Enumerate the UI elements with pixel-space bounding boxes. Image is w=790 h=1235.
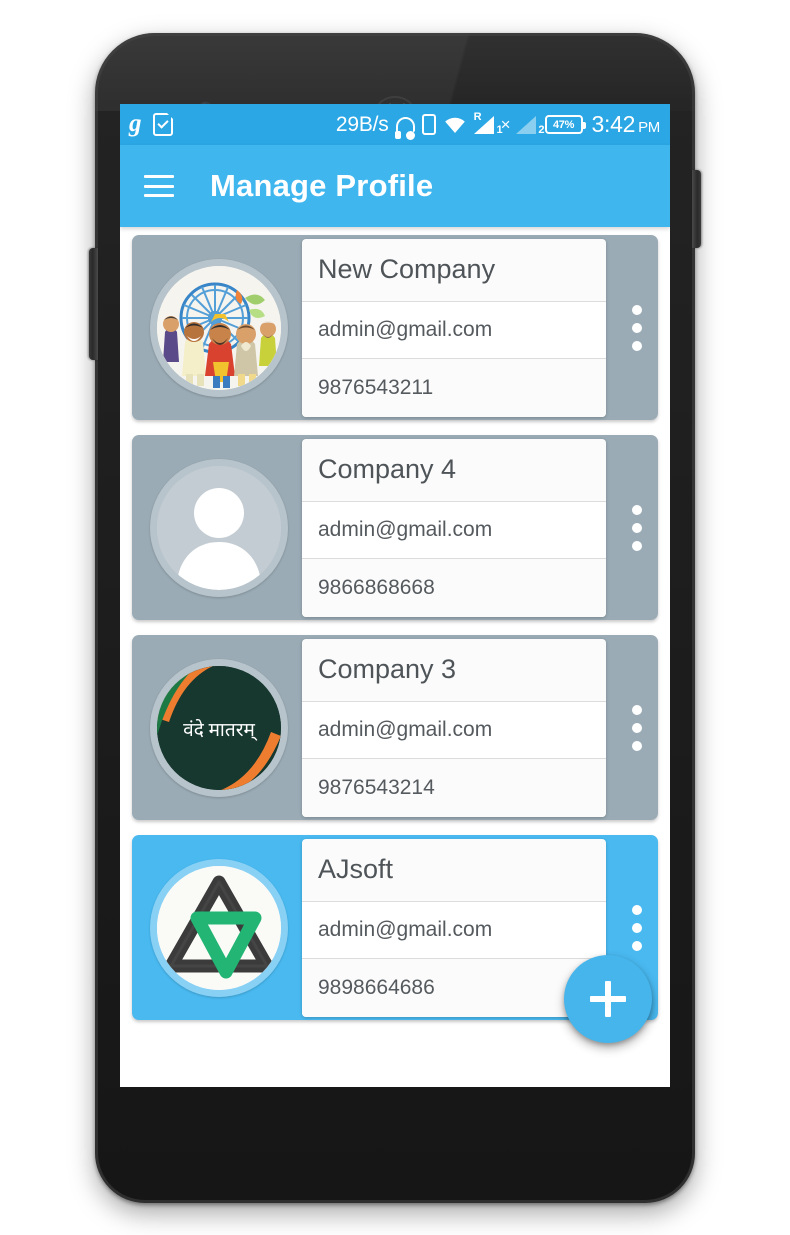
profile-email[interactable]: admin@gmail.com [302,300,606,359]
avatar-ring [150,258,288,397]
volume-button[interactable] [89,248,98,360]
profile-card[interactable]: वंदे मातरम् Company 3 admin@gmail.com 98… [132,635,658,820]
default-person-placeholder-icon [157,465,281,590]
avatar-ring [150,458,288,597]
add-profile-fab[interactable] [564,955,652,1043]
profile-phone[interactable]: 9898664686 [302,958,606,1017]
vande-mataram-flag-logo-icon: वंदे मातरम् [157,665,281,790]
profile-list[interactable]: New Company admin@gmail.com 9876543211 C… [120,227,670,1087]
avatar[interactable] [157,865,281,990]
power-button[interactable] [692,170,701,248]
profile-name[interactable]: Company 3 [302,639,606,701]
avatar-ring: वंदे मातरम् [150,658,288,797]
kebab-menu-icon[interactable] [632,304,642,351]
profile-email[interactable]: admin@gmail.com [302,900,606,959]
wifi-icon [443,116,467,134]
plus-icon [590,981,626,1017]
status-bar-left-icons: g [129,110,173,137]
profile-name[interactable]: Company 4 [302,439,606,501]
sim1-roaming-label: R [473,111,482,123]
headset-icon [395,117,416,140]
profile-phone[interactable]: 9866868668 [302,558,606,617]
profile-fields: Company 3 admin@gmail.com 9876543214 [302,638,606,817]
ajsoft-triangle-logo-icon [157,865,281,990]
profile-fields: New Company admin@gmail.com 9876543211 [302,238,606,417]
kebab-menu-icon[interactable] [632,504,642,551]
profile-phone[interactable]: 9876543214 [302,758,606,817]
kebab-menu-icon[interactable] [632,904,642,951]
sim1-index-label: 1 [496,124,503,136]
profile-email[interactable]: admin@gmail.com [302,700,606,759]
status-bar-right-icons: 29B/s R 1 × 2 47% 3:42 PM [335,111,661,140]
svg-text:वंदे मातरम्: वंदे मातरम् [183,718,258,741]
avatar-ring [150,858,288,997]
network-speed-label: 29B/s [335,112,389,136]
sd-card-icon [421,114,436,135]
hamburger-icon[interactable] [144,175,174,197]
sim2-signal-icon: 2 [515,115,545,136]
note-check-icon [152,112,173,136]
profile-fields: Company 4 admin@gmail.com 9866868668 [302,438,606,617]
battery-icon: 47% [544,115,586,134]
page-title: Manage Profile [210,168,434,203]
clock-time: 3:42 [591,111,636,137]
indian-celebration-illustration-icon [157,265,281,390]
profile-phone[interactable]: 9876543211 [302,358,606,417]
avatar[interactable]: वंदे मातरम् [157,665,281,790]
clock-period: PM [638,119,660,136]
battery-percent-label: 47% [552,118,575,131]
sim2-index-label: 2 [538,124,545,136]
status-bar: g 29B/s R 1 × 2 47% 3:42 PM [120,104,670,145]
profile-card[interactable]: Company 4 admin@gmail.com 9866868668 [132,435,658,620]
avatar[interactable] [157,265,281,390]
profile-name[interactable]: New Company [302,239,606,301]
profile-email[interactable]: admin@gmail.com [302,500,606,559]
phone-screen: g 29B/s R 1 × 2 47% 3:42 PM Manage Profi… [120,104,670,1087]
sim1-signal-icon: R 1 [473,111,503,136]
kebab-menu-icon[interactable] [632,704,642,751]
profile-fields: AJsoft admin@gmail.com 9898664686 [302,838,606,1017]
clock-label: 3:42 PM [591,111,661,138]
profile-name[interactable]: AJsoft [302,839,606,901]
app-bar: Manage Profile [120,145,670,227]
gaana-app-icon: g [129,110,142,137]
avatar[interactable] [157,465,281,590]
profile-card[interactable]: New Company admin@gmail.com 9876543211 [132,235,658,420]
